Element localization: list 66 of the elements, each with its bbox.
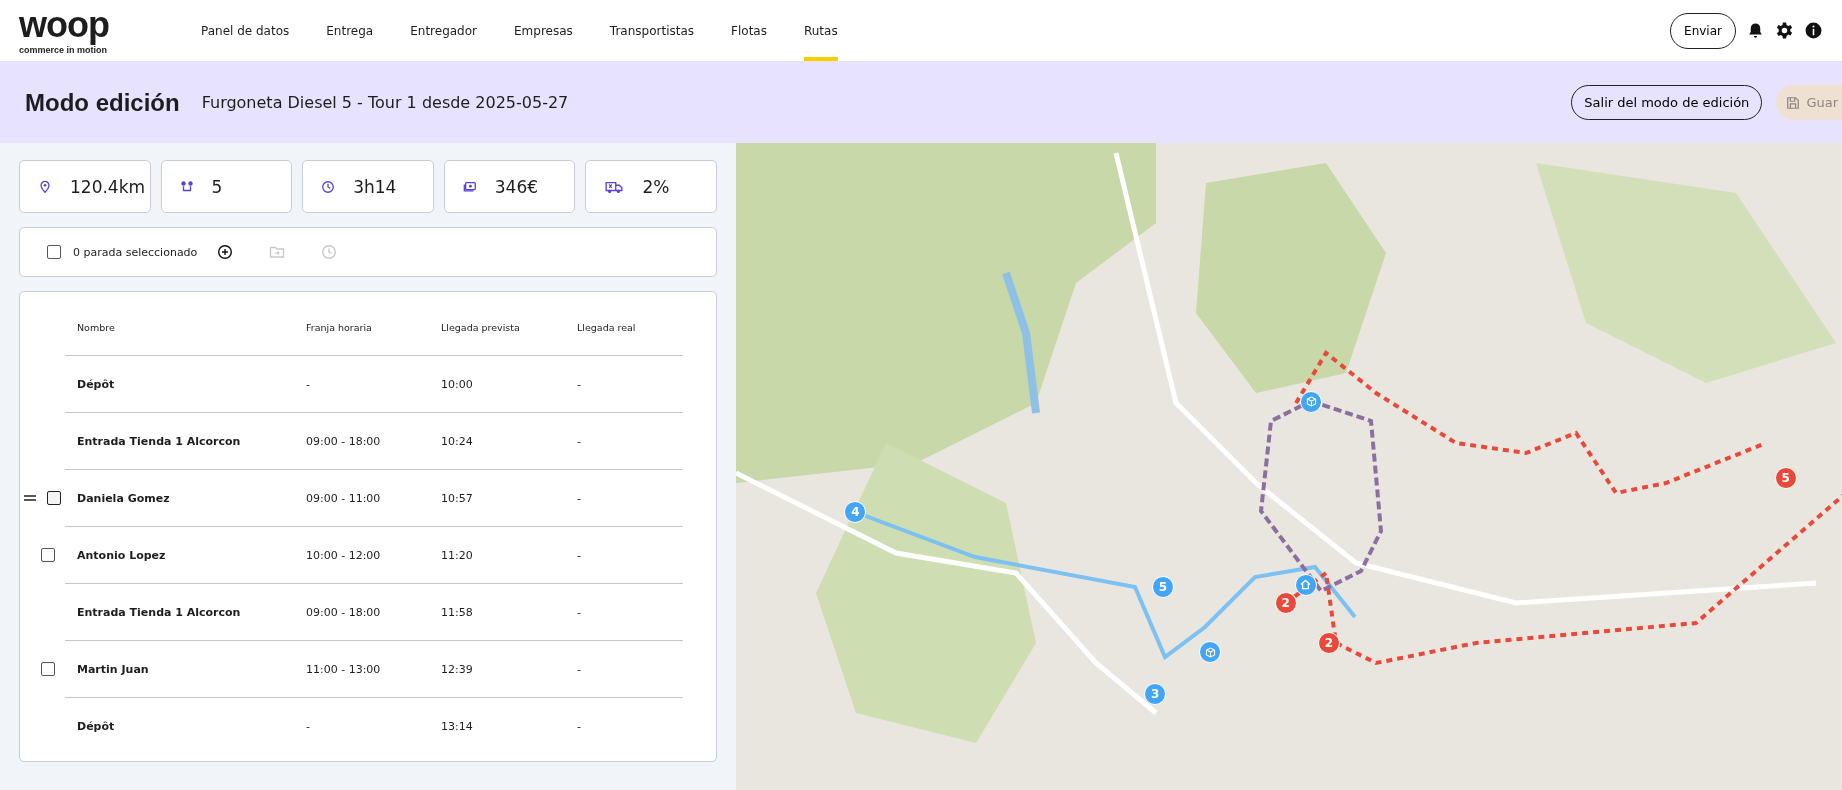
planned-arrival: 10:00 (441, 377, 474, 391)
planned-arrival: 13:14 (441, 719, 474, 733)
actual-arrival: - (577, 662, 582, 676)
row-checkbox[interactable] (41, 662, 55, 676)
planned-arrival: 11:20 (441, 548, 474, 562)
package-icon (1203, 645, 1217, 659)
time-window: 10:00 - 12:00 (306, 548, 441, 562)
nav-tab[interactable]: Entregador (410, 0, 477, 61)
settings-icon[interactable] (1775, 21, 1794, 40)
column-header: Nombre (77, 322, 116, 333)
nav-tab[interactable]: Transportistas (609, 0, 695, 61)
nav-tab[interactable]: Flotas (731, 0, 767, 61)
stat-value: 120.4km (70, 176, 146, 197)
nav-tab[interactable]: Empresas (514, 0, 573, 61)
edit-mode-title: Modo edición (25, 88, 180, 117)
actual-arrival: - (577, 548, 582, 562)
add-icon[interactable] (217, 244, 234, 260)
actual-arrival: - (577, 491, 582, 505)
time-window: - (306, 719, 441, 733)
column-header: Franja horaria (306, 322, 373, 333)
column-header: Llegada prevista (441, 322, 521, 333)
truck-icon (604, 179, 625, 194)
send-button[interactable]: Enviar (1670, 12, 1736, 49)
info-icon[interactable] (1804, 21, 1823, 40)
actual-arrival: - (577, 605, 582, 619)
stop-name: Entrada Tienda 1 Alcorcon (77, 605, 242, 619)
stop-name: Daniela Gomez (77, 491, 171, 505)
row-checkbox[interactable] (41, 548, 55, 562)
stop-name: Dépôt (77, 377, 116, 391)
clock-icon (321, 179, 336, 194)
route-title: Furgoneta Diesel 5 - Tour 1 desde 2025-05-27 (201, 93, 569, 112)
planned-arrival: 10:24 (441, 434, 474, 448)
selection-count: 0 parada seleccionado (73, 245, 198, 259)
home-icon (1299, 578, 1313, 592)
stop-name: Entrada Tienda 1 Alcorcon (77, 434, 242, 448)
select-all-checkbox[interactable] (47, 245, 61, 259)
row-checkbox[interactable] (47, 491, 61, 505)
actual-arrival: - (577, 719, 582, 733)
time-window: 11:00 - 13:00 (306, 662, 441, 676)
planned-arrival: 10:57 (441, 491, 474, 505)
actual-arrival: - (577, 434, 582, 448)
stop-name: Dépôt (77, 719, 116, 733)
nav-tab[interactable]: Panel de datos (201, 0, 290, 61)
planned-arrival: 12:39 (441, 662, 474, 676)
package-icon (1304, 395, 1318, 409)
stop-name: Martin Juan (77, 662, 150, 676)
stat-value: 346€ (494, 176, 539, 197)
map-pin-icon (38, 179, 52, 194)
nav-tab[interactable]: Entrega (326, 0, 374, 61)
time-window: - (306, 377, 441, 391)
drag-handle-icon[interactable] (23, 494, 37, 502)
stat-value: 5 (211, 176, 223, 197)
logo-wordmark: woop (19, 5, 109, 45)
route-pins-icon (179, 179, 194, 194)
stop-name: Antonio Lopez (77, 548, 167, 562)
time-window: 09:00 - 18:00 (306, 434, 441, 448)
logo-tagline: commerce in motion (19, 45, 108, 56)
time-window: 09:00 - 11:00 (306, 491, 441, 505)
money-icon (462, 179, 477, 194)
planned-arrival: 11:58 (441, 605, 474, 619)
column-header: Llegada real (577, 322, 637, 333)
stat-value: 3h14 (353, 176, 397, 197)
save-icon (1786, 95, 1801, 110)
actual-arrival: - (577, 377, 582, 391)
stat-value: 2% (642, 176, 670, 197)
time-window: 09:00 - 18:00 (306, 605, 441, 619)
